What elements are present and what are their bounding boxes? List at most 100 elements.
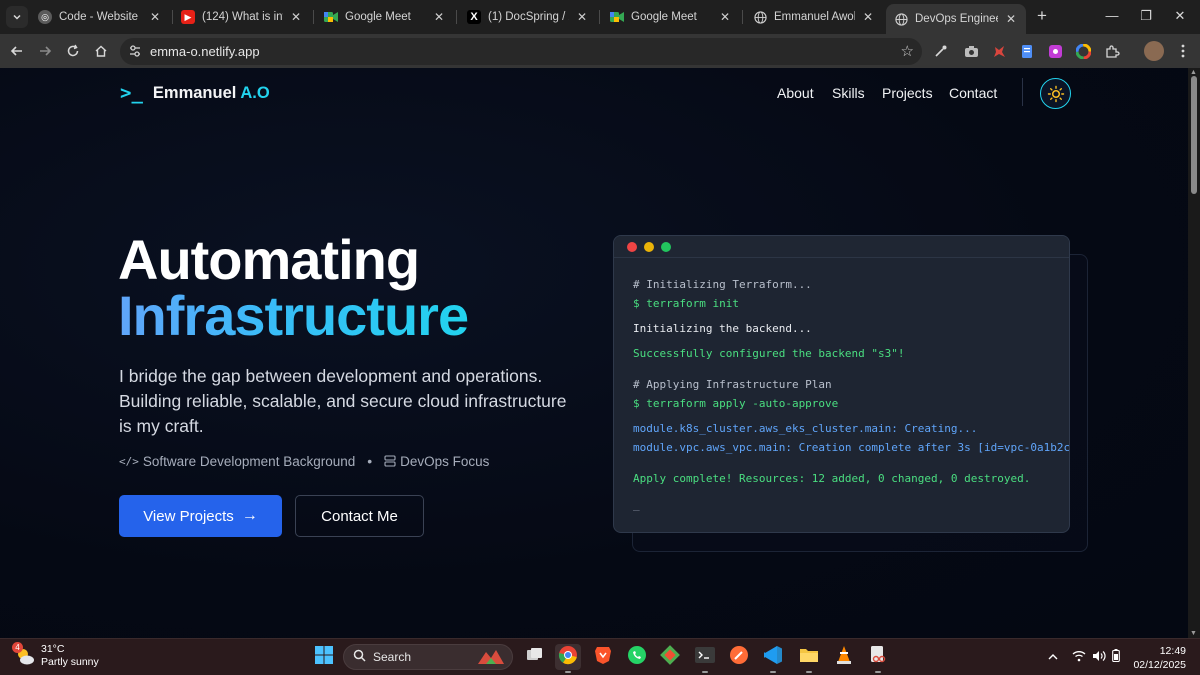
forward-button[interactable]: [34, 40, 56, 62]
scroll-up-icon[interactable]: ▲: [1190, 69, 1197, 76]
eyedropper-extension-icon[interactable]: [932, 42, 950, 60]
address-bar[interactable]: emma-o.netlify.app ☆: [120, 38, 922, 65]
git-taskbar-app[interactable]: [657, 644, 683, 670]
browser-tab-bar: ◎ Code - Website proje ✕ ▶ (124) What is…: [0, 0, 1200, 34]
start-button[interactable]: [311, 644, 337, 670]
badge-devops: DevOps Focus: [384, 454, 489, 469]
system-tray: [1048, 649, 1120, 665]
reload-button[interactable]: [62, 40, 84, 62]
nav-link-skills[interactable]: Skills: [832, 85, 865, 101]
view-projects-button[interactable]: View Projects →: [119, 495, 282, 537]
purple-extension-icon[interactable]: [1046, 42, 1064, 60]
nav-link-contact[interactable]: Contact: [949, 85, 997, 101]
hero-heading-line1: Automating: [118, 228, 420, 291]
terminal-window: # Initializing Terraform... $ terraform …: [613, 235, 1070, 533]
reload-icon: [66, 44, 80, 58]
code-icon: </>: [119, 454, 139, 468]
web-page: >_ Emmanuel A.O About Skills Projects Co…: [0, 68, 1188, 638]
browser-toolbar: emma-o.netlify.app ☆: [0, 34, 1200, 68]
brave-taskbar-app[interactable]: [590, 644, 616, 670]
camera-extension-icon[interactable]: [962, 42, 980, 60]
chrome-taskbar-app[interactable]: [555, 644, 581, 673]
terminal-line: Successfully configured the backend "s3"…: [633, 347, 905, 360]
close-icon[interactable]: ✕: [148, 10, 162, 24]
tab-title: Google Meet: [345, 11, 411, 23]
maximize-dot-icon: [661, 241, 671, 252]
browser-tab[interactable]: Emmanuel Awolu | D ✕: [745, 4, 883, 30]
badge-label: DevOps Focus: [400, 453, 490, 469]
vscode-taskbar-app[interactable]: [760, 644, 786, 673]
terminal-line: module.k8s_cluster.aws_eks_cluster.main:…: [633, 422, 978, 435]
hero-badges: </> Software Development Background • De…: [119, 453, 489, 469]
site-info-icon[interactable]: [128, 43, 142, 64]
tray-overflow-chevron-icon[interactable]: [1048, 650, 1058, 664]
new-tab-button[interactable]: +: [1032, 6, 1052, 26]
scrollbar-thumb[interactable]: [1191, 76, 1197, 194]
tab-search-button[interactable]: [6, 6, 28, 28]
snipping-tool-taskbar-app[interactable]: [865, 644, 891, 673]
nav-link-projects[interactable]: Projects: [882, 85, 933, 101]
restore-button[interactable]: ❐: [1136, 6, 1156, 26]
volume-icon[interactable]: [1092, 650, 1106, 665]
running-indicator: [875, 671, 881, 673]
extensions-puzzle-icon[interactable]: [1103, 42, 1121, 60]
minimize-button[interactable]: —: [1102, 6, 1122, 26]
postman-taskbar-app[interactable]: [726, 644, 752, 670]
close-icon[interactable]: ✕: [432, 10, 446, 24]
terminal-line: $ terraform apply -auto-approve: [633, 397, 839, 410]
restore-icon: ❐: [1140, 8, 1152, 23]
taskbar-search[interactable]: Search: [343, 644, 513, 670]
browser-tab[interactable]: ▶ (124) What is interpe ✕: [173, 4, 311, 30]
scroll-down-icon[interactable]: ▼: [1190, 630, 1197, 637]
badge-label: Software Development Background: [142, 453, 356, 469]
battery-icon[interactable]: [1112, 649, 1120, 665]
chrome-icon: [558, 645, 578, 670]
windows-logo-icon: [315, 645, 333, 669]
arrow-right-icon: →: [241, 507, 258, 524]
close-icon[interactable]: ✕: [861, 10, 875, 24]
browser-tab[interactable]: ◎ Code - Website proje ✕: [30, 4, 170, 30]
hero-description: I bridge the gap between development and…: [119, 366, 567, 436]
terminal-line: $ terraform init: [633, 297, 739, 310]
x-icon: X: [467, 10, 481, 24]
close-icon[interactable]: ✕: [289, 10, 303, 24]
color-wheel-extension-icon[interactable]: [1074, 42, 1092, 60]
button-label: Contact Me: [321, 507, 398, 525]
back-button[interactable]: [6, 40, 28, 62]
page-scrollbar[interactable]: ▲ ▼: [1188, 68, 1200, 638]
running-indicator: [702, 671, 708, 673]
nav-divider: [1022, 78, 1023, 106]
button-label: View Projects: [143, 507, 234, 525]
vlc-taskbar-app[interactable]: [831, 644, 857, 670]
file-explorer-taskbar-app[interactable]: [796, 644, 822, 673]
git-icon: [660, 644, 680, 670]
profile-avatar[interactable]: [1144, 41, 1164, 61]
browser-tab[interactable]: X (1) DocSpring / X ✕: [459, 4, 597, 30]
wifi-icon[interactable]: [1072, 650, 1086, 665]
home-button[interactable]: [90, 40, 112, 62]
arrow-right-icon: [38, 44, 52, 58]
contact-me-button[interactable]: Contact Me: [295, 495, 424, 537]
more-menu-icon[interactable]: [1174, 42, 1192, 60]
browser-tab-active[interactable]: DevOps Engineer Por ✕: [886, 4, 1026, 34]
system-clock[interactable]: 12:49 02/12/2025: [1133, 644, 1186, 672]
close-icon[interactable]: ✕: [575, 10, 589, 24]
close-icon[interactable]: ✕: [718, 10, 732, 24]
browser-tab[interactable]: Google Meet ✕: [316, 4, 454, 30]
close-icon[interactable]: ✕: [1004, 12, 1018, 26]
weather-widget[interactable]: 4 31°C Partly sunny: [12, 642, 99, 669]
whatsapp-taskbar-app[interactable]: [624, 644, 650, 670]
bookmark-star-icon[interactable]: ☆: [901, 42, 914, 60]
browser-tab[interactable]: Google Meet ✕: [602, 4, 740, 30]
nav-link-about[interactable]: About: [777, 85, 814, 101]
vlc-cone-icon: [835, 645, 853, 670]
tab-title: Code - Website proje: [59, 11, 142, 23]
tab-title: Emmanuel Awolu | D: [774, 11, 855, 23]
terminal-taskbar-app[interactable]: [692, 644, 718, 673]
site-logo[interactable]: >_ Emmanuel A.O: [120, 82, 270, 104]
task-view-button[interactable]: [522, 644, 548, 670]
theme-toggle-button[interactable]: [1040, 78, 1071, 109]
mascot-extension-icon[interactable]: [990, 42, 1008, 60]
close-window-button[interactable]: ✕: [1170, 6, 1190, 26]
docs-extension-icon[interactable]: [1018, 42, 1036, 60]
